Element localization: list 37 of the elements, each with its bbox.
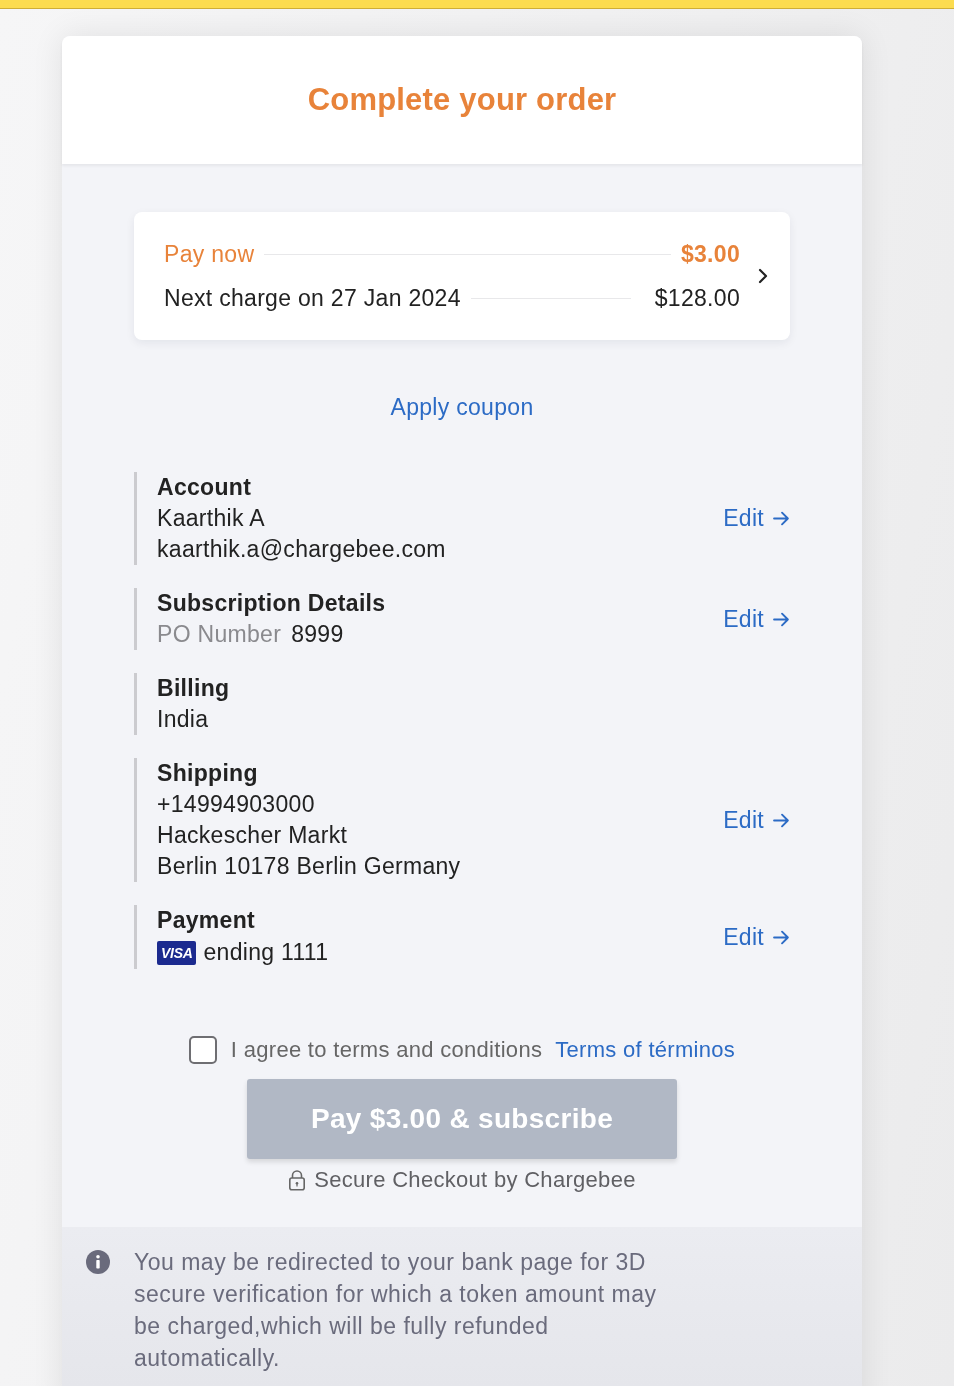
secure-checkout-text: Secure Checkout by Chargebee bbox=[314, 1167, 636, 1193]
next-charge-amount: $128.00 bbox=[654, 284, 740, 312]
section-title: Payment bbox=[157, 906, 256, 935]
section-text: India bbox=[157, 705, 210, 734]
field-label: PO Number bbox=[157, 620, 282, 649]
edit-link[interactable]: Edit bbox=[723, 505, 790, 532]
section-text: kaarthik.a@chargebee.com bbox=[157, 535, 447, 564]
arrow-right-icon bbox=[773, 511, 790, 526]
chevron-right-icon[interactable] bbox=[758, 268, 768, 284]
arrow-right-icon bbox=[773, 929, 790, 945]
section-title: Subscription Details bbox=[157, 589, 387, 618]
section-text: Hackescher Markt bbox=[157, 821, 349, 850]
apply-coupon-link[interactable]: Apply coupon bbox=[390, 391, 534, 423]
page-title: Complete your order bbox=[307, 82, 617, 118]
card-brand-logo: VISA bbox=[157, 940, 197, 965]
terms-checkbox[interactable] bbox=[188, 1036, 217, 1064]
notice-text: You may be redirected to your bank page for 3D secure verification for which a token amount may be charged,which will be fully refunded automatically. bbox=[134, 1248, 658, 1373]
terms-label: I agree to terms and conditions bbox=[230, 1037, 543, 1063]
next-charge-label: Next charge on 27 Jan 2024 bbox=[164, 284, 461, 312]
section-text: +14994903000 bbox=[157, 790, 316, 819]
field-value: 8999 bbox=[291, 620, 344, 649]
pay-now-amount: $3.00 bbox=[680, 240, 740, 268]
edit-link[interactable]: Edit bbox=[723, 806, 790, 834]
arrow-right-icon bbox=[773, 812, 790, 828]
section-text: Berlin 10178 Berlin Germany bbox=[157, 852, 462, 881]
terms-link[interactable]: Terms of términos bbox=[555, 1037, 736, 1063]
section-title: Shipping bbox=[157, 759, 259, 788]
section-text: Kaarthik A bbox=[157, 504, 266, 533]
section-title: Billing bbox=[157, 674, 231, 703]
arrow-right-icon bbox=[773, 611, 790, 627]
info-icon bbox=[86, 1250, 110, 1274]
section-title: Account bbox=[157, 473, 253, 502]
edit-link[interactable]: Edit bbox=[723, 923, 790, 951]
pay-now-label: Pay now bbox=[164, 240, 255, 268]
edit-link[interactable]: Edit bbox=[723, 605, 790, 633]
card-ending-text: ending 1111 bbox=[203, 938, 329, 967]
lock-icon bbox=[288, 1169, 307, 1191]
